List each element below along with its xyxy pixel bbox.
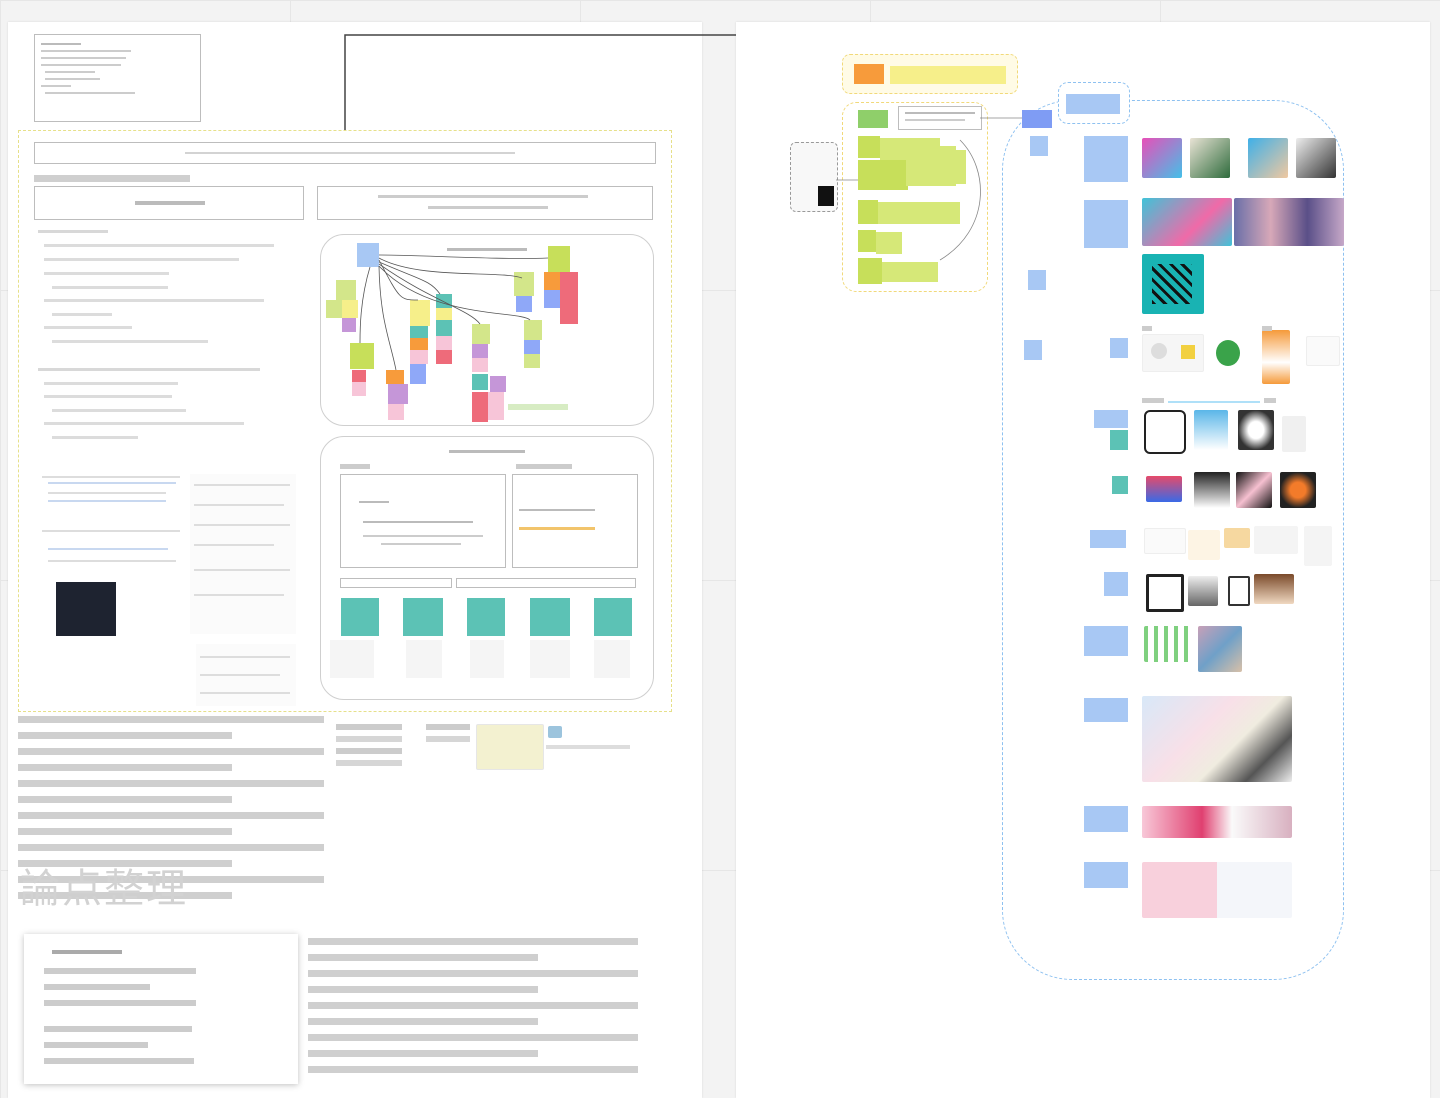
memo-note[interactable] xyxy=(34,34,201,122)
sticky-note[interactable] xyxy=(341,598,379,636)
image-thumbnail[interactable] xyxy=(1234,198,1344,246)
banner-text xyxy=(35,143,655,147)
image-thumbnail[interactable] xyxy=(1254,526,1298,554)
image-thumbnail[interactable] xyxy=(1194,410,1228,450)
image-thumbnail[interactable] xyxy=(1228,576,1250,606)
image-thumbnail[interactable] xyxy=(1262,330,1290,384)
image-thumbnail[interactable] xyxy=(1146,476,1182,502)
heading-right xyxy=(317,186,653,220)
image-thumbnail[interactable] xyxy=(548,726,562,738)
image-thumbnail[interactable] xyxy=(476,724,544,770)
image-thumbnail[interactable] xyxy=(1248,138,1288,178)
sticky-note[interactable] xyxy=(403,598,443,636)
image-thumbnail[interactable] xyxy=(1236,472,1272,508)
chat-screenshot-2[interactable] xyxy=(190,474,296,634)
sticky-note[interactable] xyxy=(357,243,379,267)
image-thumbnail[interactable] xyxy=(1142,696,1292,782)
sticky-note[interactable] xyxy=(858,110,888,128)
image-thumbnail[interactable] xyxy=(1238,410,1274,450)
heading-left xyxy=(34,186,304,220)
image-thumbnail[interactable] xyxy=(1198,626,1242,672)
banner xyxy=(34,142,656,164)
image-thumbnail[interactable] xyxy=(1254,574,1294,604)
image-thumbnail[interactable] xyxy=(1142,806,1292,838)
image-thumbnail[interactable] xyxy=(1296,138,1336,178)
sticky-note[interactable] xyxy=(1022,110,1052,128)
image-thumbnail[interactable] xyxy=(1188,530,1220,560)
image-thumbnail[interactable] xyxy=(1190,138,1230,178)
sticky-note[interactable] xyxy=(594,598,632,636)
image-thumbnail[interactable] xyxy=(1144,528,1186,554)
image-thumbnail[interactable] xyxy=(1306,336,1340,366)
personal-card-1[interactable] xyxy=(340,474,506,568)
image-thumbnail[interactable] xyxy=(1144,626,1192,662)
image-thumbnail[interactable] xyxy=(1142,138,1182,178)
note-card[interactable] xyxy=(898,106,982,130)
image-thumbnail[interactable] xyxy=(1280,472,1316,508)
image-thumbnail[interactable] xyxy=(1146,574,1184,612)
personal-card-2[interactable] xyxy=(512,474,638,568)
image-thumbnail[interactable] xyxy=(1142,862,1292,918)
image-thumbnail[interactable] xyxy=(1216,340,1240,366)
image-thumbnail[interactable] xyxy=(1282,416,1306,452)
sticky-note[interactable] xyxy=(854,64,884,84)
subtitle-bar xyxy=(34,175,190,182)
image-thumbnail[interactable] xyxy=(1144,410,1186,454)
chat-screenshot-3[interactable] xyxy=(196,644,296,706)
memo-text xyxy=(35,35,200,43)
image-thumbnail[interactable] xyxy=(1142,254,1204,314)
image-thumbnail[interactable] xyxy=(1194,472,1230,508)
summary-card[interactable] xyxy=(24,934,298,1084)
image-thumbnail[interactable] xyxy=(1304,526,1332,566)
sticky-note[interactable] xyxy=(467,598,505,636)
chat-screenshot-1[interactable] xyxy=(40,470,184,640)
image-thumbnail[interactable] xyxy=(1142,198,1232,246)
sticky-note[interactable] xyxy=(530,598,570,636)
watermark-title: 論点整理 xyxy=(20,867,188,911)
image-thumbnail[interactable] xyxy=(1142,334,1204,372)
image-thumbnail[interactable] xyxy=(1188,576,1218,606)
image-thumbnail[interactable] xyxy=(1224,528,1250,548)
